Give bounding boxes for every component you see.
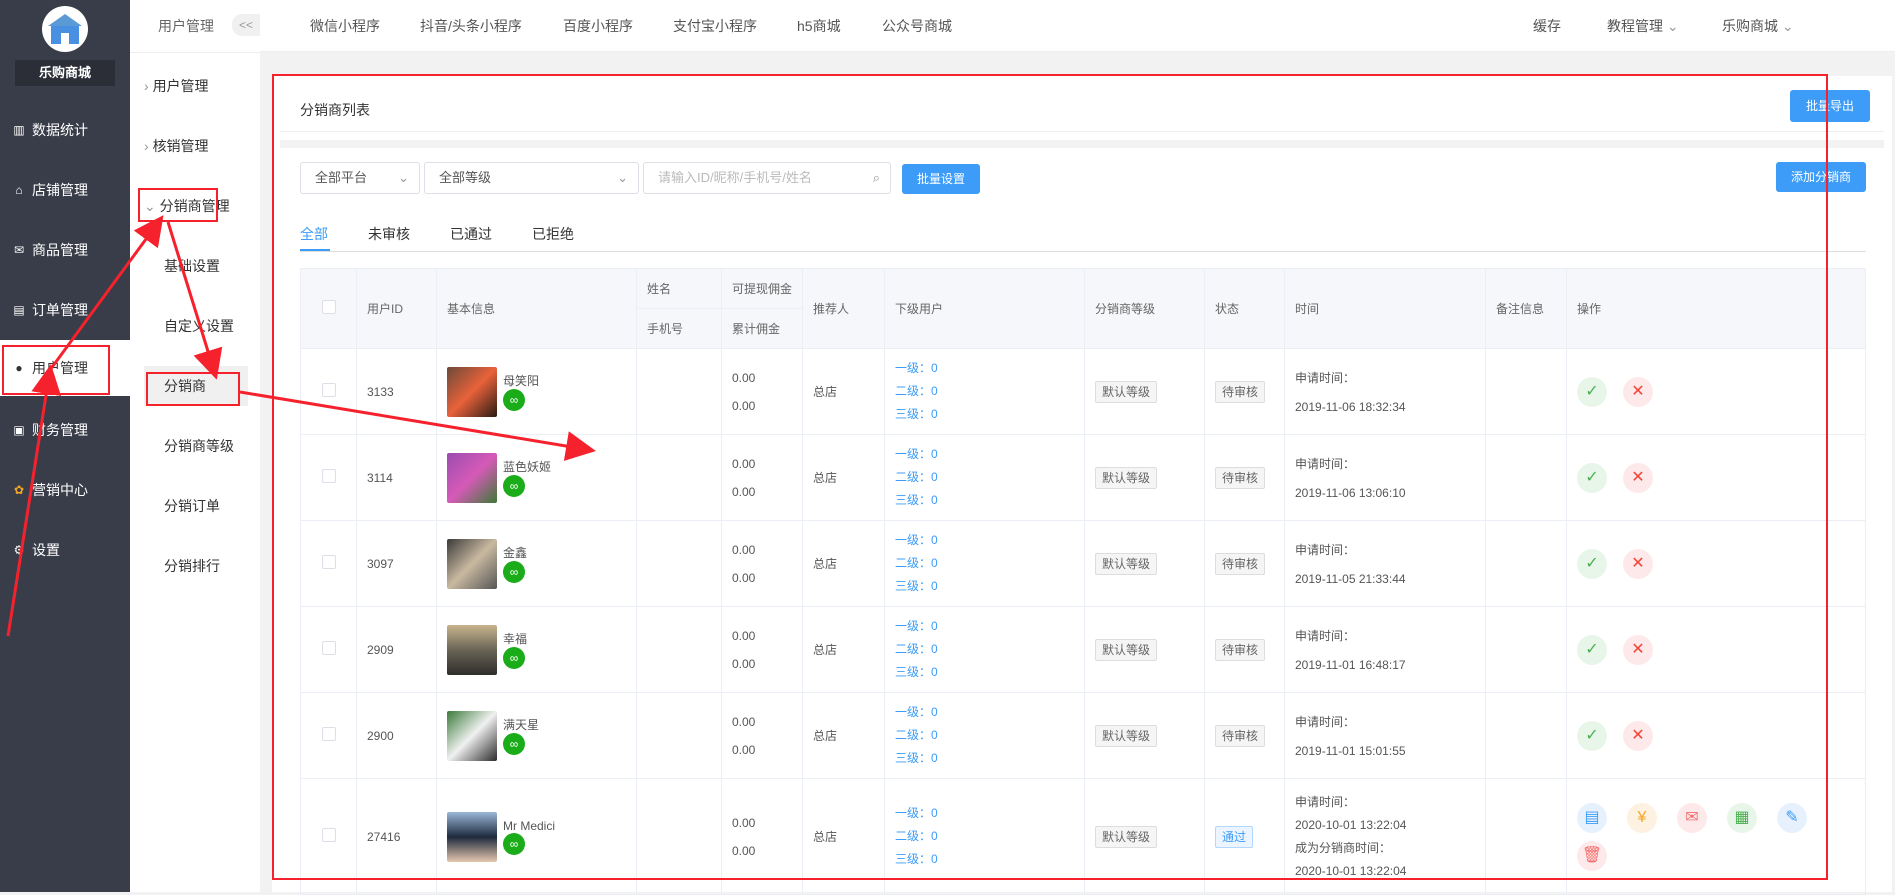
annotation-arrows <box>6 215 596 637</box>
